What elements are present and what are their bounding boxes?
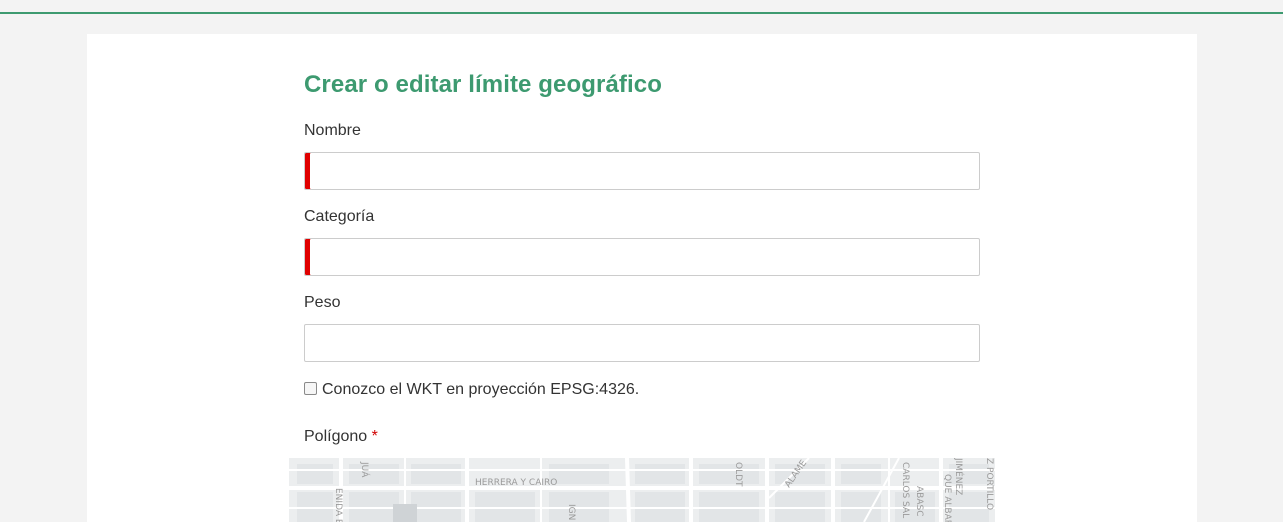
street-label-3: IGN xyxy=(566,504,576,520)
polygon-label-text: Polígono xyxy=(304,428,368,445)
street-label-1: ENIDA ENRIQ xyxy=(333,488,343,522)
category-input[interactable] xyxy=(304,238,980,276)
street-label-7: JIMÉNEZ xyxy=(953,458,965,495)
name-label: Nombre xyxy=(304,122,361,139)
street-label-0: HERRERA Y CAIRO xyxy=(475,478,557,488)
street-label-8: ABASC xyxy=(914,486,924,517)
polygon-map[interactable]: HERRERA Y CAIRO ENIDA ENRIQ JUÁ IGN OLDT… xyxy=(289,458,995,522)
category-label: Categoría xyxy=(304,208,375,225)
street-label-9: QUE ALBARGA xyxy=(942,474,952,522)
weight-input[interactable] xyxy=(304,324,980,362)
street-label-4: OLDT xyxy=(733,462,743,487)
polygon-label: Polígono * xyxy=(304,428,378,446)
form-card: Crear o editar límite geográfico Nombre … xyxy=(87,34,1197,522)
street-label-2: JUÁ xyxy=(359,461,371,478)
top-bar xyxy=(0,0,1283,14)
required-asterisk: * xyxy=(371,428,378,445)
wkt-checkbox-row[interactable]: Conozco el WKT en proyección EPSG:4326. xyxy=(304,379,639,401)
page-title: Crear o editar límite geográfico xyxy=(304,71,662,98)
street-label-6: CARLOS SAL xyxy=(900,462,910,518)
name-input[interactable] xyxy=(304,152,980,190)
wkt-checkbox[interactable] xyxy=(304,381,317,395)
wkt-checkbox-label[interactable]: Conozco el WKT en proyección EPSG:4326. xyxy=(322,381,639,399)
street-label-10: Z PORTILLO xyxy=(984,458,994,510)
map-tiles[interactable]: HERRERA Y CAIRO ENIDA ENRIQ JUÁ IGN OLDT… xyxy=(289,458,995,522)
weight-label: Peso xyxy=(304,294,341,311)
